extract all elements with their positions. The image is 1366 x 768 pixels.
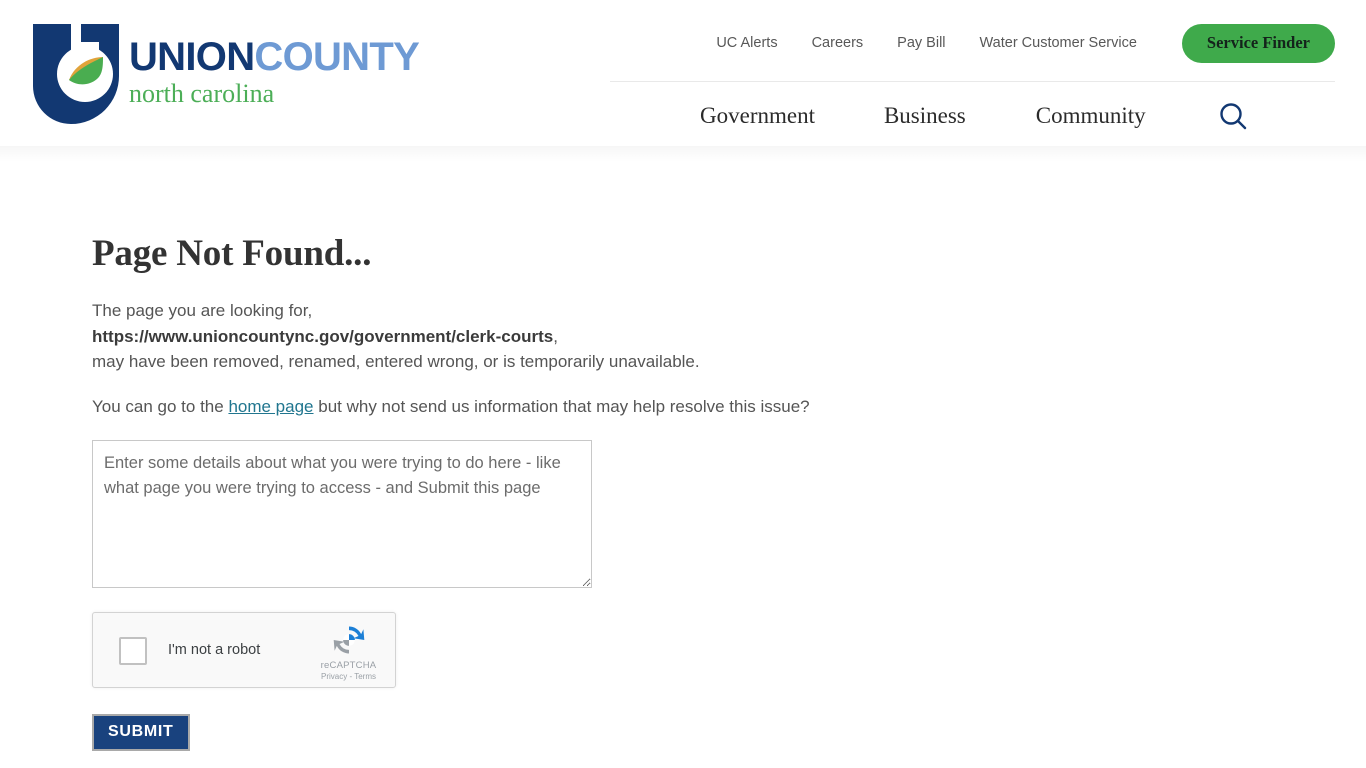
logo-tagline: north carolina <box>129 79 275 108</box>
submit-button[interactable]: SUBMIT <box>92 713 190 751</box>
recaptcha-privacy-link[interactable]: Privacy <box>321 672 347 681</box>
details-textarea[interactable] <box>92 439 592 588</box>
recaptcha-branding: reCAPTCHA Privacy - Terms <box>311 622 386 682</box>
utility-link-uc-alerts[interactable]: UC Alerts <box>699 24 794 62</box>
error-description: The page you are looking for, https://ww… <box>92 298 1192 375</box>
utility-nav: UC Alerts Careers Pay Bill Water Custome… <box>699 23 1335 63</box>
search-button[interactable] <box>1217 101 1249 133</box>
recaptcha-legal-links: Privacy - Terms <box>311 672 386 682</box>
utility-link-water-customer-service[interactable]: Water Customer Service <box>963 24 1154 62</box>
site-logo-link[interactable]: UNIONCOUNTY north carolina <box>33 22 473 126</box>
requested-url: https://www.unioncountync.gov/government… <box>92 326 554 346</box>
site-header: UNIONCOUNTY north carolina UC Alerts Car… <box>0 0 1366 146</box>
union-county-c-leaf-logo-icon <box>33 24 119 124</box>
search-icon <box>1217 103 1249 136</box>
error-reason-line: may have been removed, renamed, entered … <box>92 352 700 371</box>
recaptcha-logo-icon <box>311 622 386 658</box>
header-divider <box>610 81 1335 82</box>
service-finder-button[interactable]: Service Finder <box>1181 23 1335 63</box>
recaptcha-widget[interactable]: I'm not a robot reCAPTCHA Privacy - Term… <box>92 611 396 688</box>
logo-word-union: UNION <box>129 35 255 79</box>
nav-item-government[interactable]: Government <box>700 103 815 129</box>
page-title: Page Not Found... <box>92 233 372 274</box>
recaptcha-terms-link[interactable]: Terms <box>354 672 376 681</box>
main-content: Page Not Found... The page you are looki… <box>0 146 1366 751</box>
nav-item-business[interactable]: Business <box>884 103 966 129</box>
home-page-link[interactable]: home page <box>228 397 313 416</box>
recaptcha-brand-name: reCAPTCHA <box>320 659 377 671</box>
help-paragraph: You can go to the home page but why not … <box>92 394 1366 419</box>
recaptcha-checkbox[interactable] <box>119 636 147 665</box>
utility-link-pay-bill[interactable]: Pay Bill <box>880 24 962 62</box>
error-intro-line: The page you are looking for, <box>92 301 313 320</box>
logo-word-county: COUNTY <box>254 35 419 79</box>
help-suffix-text: but why not send us information that may… <box>313 396 810 416</box>
utility-link-careers[interactable]: Careers <box>795 24 881 62</box>
recaptcha-label: I'm not a robot <box>168 641 261 658</box>
nav-item-community[interactable]: Community <box>1036 103 1146 129</box>
logo-wordmark: UNIONCOUNTY north carolina <box>129 35 509 109</box>
help-prefix-text: You can go to the <box>92 396 229 416</box>
url-trailing-comma: , <box>553 326 558 346</box>
main-nav: Government Business Community <box>700 92 1340 140</box>
